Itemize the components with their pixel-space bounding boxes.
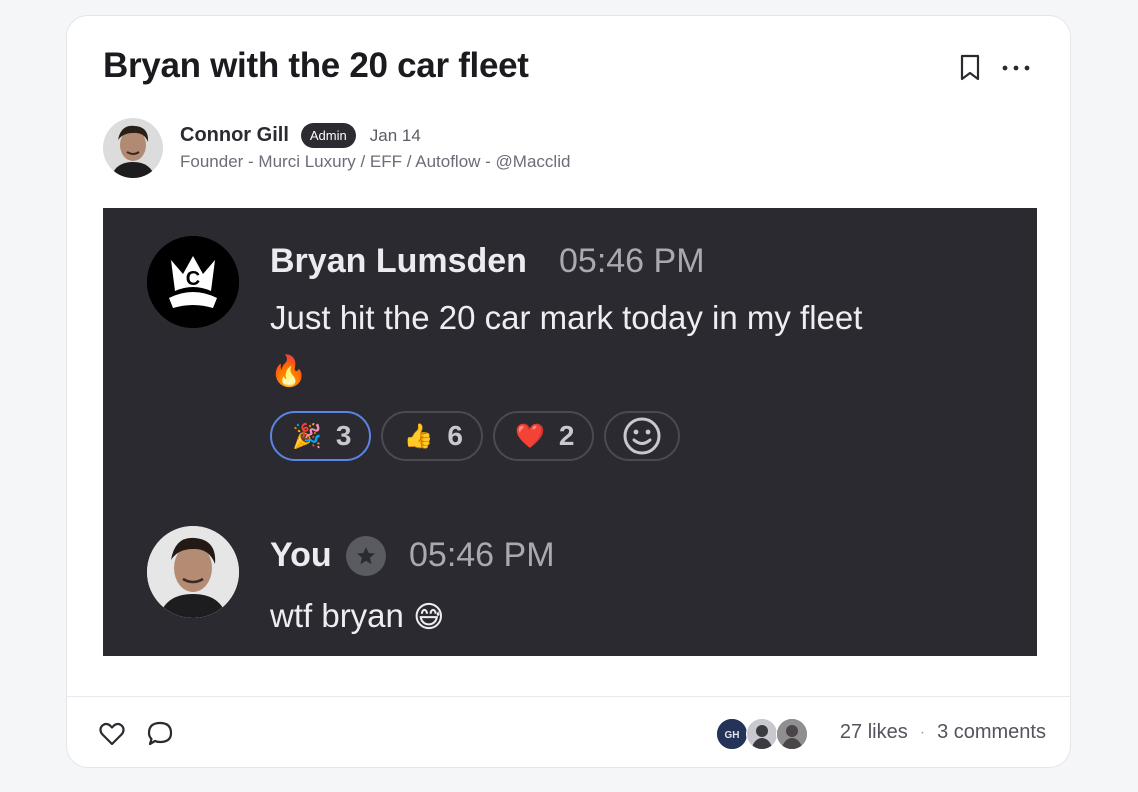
message-author-name: You xyxy=(270,536,332,574)
liker-avatars[interactable]: GH xyxy=(716,718,810,750)
reaction-count: 6 xyxy=(447,420,463,451)
heart-icon xyxy=(99,722,125,746)
chat-screenshot-image: C Bryan Lumsden 05:46 PM Just hit the 20… xyxy=(103,208,1037,656)
party-popper-emoji: 🎉 xyxy=(292,422,322,450)
comment-bubble-icon xyxy=(147,721,173,746)
message-text: Just hit the 20 car mark today in my fle… xyxy=(270,292,890,398)
message-timestamp: 05:46 PM xyxy=(409,536,555,574)
message-body: Just hit the 20 car mark today in my fle… xyxy=(270,299,863,336)
smiley-add-icon xyxy=(623,417,661,455)
more-options-button[interactable] xyxy=(997,54,1035,82)
author-row: Connor Gill Admin Jan 14 xyxy=(180,123,421,148)
likes-count-link[interactable]: 27 likes xyxy=(840,721,908,744)
post-title: Bryan with the 20 car fleet xyxy=(103,46,529,85)
message-timestamp: 05:46 PM xyxy=(559,242,705,280)
footer-divider xyxy=(67,696,1070,697)
reaction-bar: 🎉 3 👍 6 ❤️ 2 xyxy=(270,411,681,461)
reaction-party[interactable]: 🎉 3 xyxy=(270,411,372,461)
author-name[interactable]: Connor Gill xyxy=(180,124,289,147)
reaction-thumbs-up[interactable]: 👍 6 xyxy=(381,411,483,461)
comments-count-link[interactable]: 3 comments xyxy=(937,721,1046,744)
add-reaction-button[interactable] xyxy=(604,411,681,461)
like-button[interactable] xyxy=(97,720,127,748)
user-photo-avatar xyxy=(147,526,239,618)
bookmark-icon xyxy=(960,54,980,81)
reaction-count: 2 xyxy=(558,420,575,451)
thumbs-up-emoji: 👍 xyxy=(403,422,434,450)
liker-avatar: GH xyxy=(716,718,748,750)
reaction-heart[interactable]: ❤️ 2 xyxy=(492,411,595,461)
author-tagline: Founder - Murci Luxury / EFF / Autoflow … xyxy=(180,152,571,171)
red-heart-emoji: ❤️ xyxy=(514,422,545,450)
fire-emoji: 🔥 xyxy=(270,355,308,388)
post-stats: 27 likes · 3 comments xyxy=(840,721,1046,744)
comment-button[interactable] xyxy=(145,720,175,748)
liker-avatar xyxy=(776,718,808,750)
stats-separator: · xyxy=(919,723,926,741)
admin-badge: Admin xyxy=(300,123,356,148)
grinning-sweat-emoji: 😅 xyxy=(413,601,445,634)
crown-logo-avatar: C xyxy=(147,236,239,328)
svg-text:GH: GH xyxy=(725,730,740,741)
star-badge-icon xyxy=(346,536,386,576)
author-photo xyxy=(103,118,163,178)
post-date: Jan 14 xyxy=(369,125,421,145)
message-body: wtf bryan xyxy=(270,597,404,634)
post-card: Bryan with the 20 car fleet Connor Gill … xyxy=(66,15,1071,768)
message-author-name: Bryan Lumsden xyxy=(270,242,527,280)
liker-avatar xyxy=(746,718,778,750)
svg-text:C: C xyxy=(186,268,200,290)
bookmark-button[interactable] xyxy=(956,52,984,84)
reaction-count: 3 xyxy=(335,420,352,451)
author-avatar[interactable] xyxy=(103,118,163,178)
message-text: wtf bryan 😅 xyxy=(270,590,890,644)
more-horizontal-icon xyxy=(1002,65,1030,71)
